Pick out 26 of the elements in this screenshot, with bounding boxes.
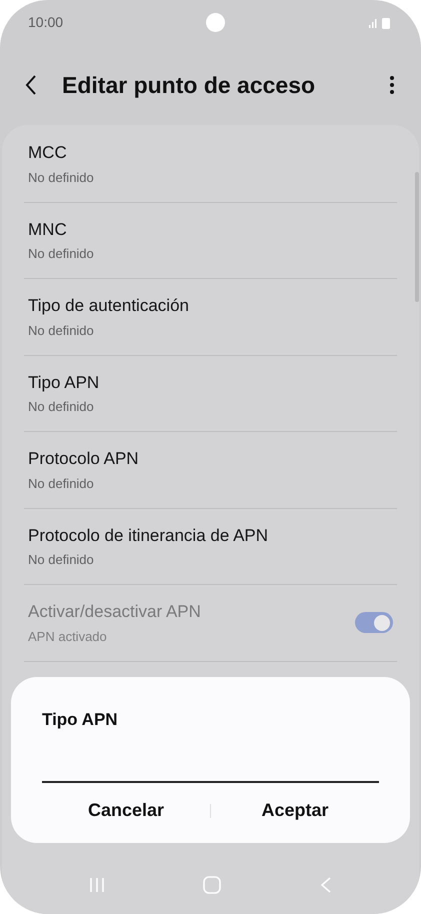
setting-value: No definido [28,245,94,264]
home-icon[interactable] [202,875,222,895]
setting-title: MCC [28,142,68,164]
recent-apps-icon[interactable] [88,876,106,894]
dialog-title: Tipo APN [42,709,118,731]
setting-value: No definido [28,322,95,340]
setting-value: APN activado [28,628,108,646]
back-nav-icon[interactable] [318,876,333,894]
setting-title: Tipo APN [28,372,100,394]
setting-title: Activar/desactivar APN [28,601,201,624]
setting-value: No definido [28,474,95,493]
setting-value: No definido [28,168,94,187]
page-title: Editar punto de acceso [62,70,316,100]
more-options-icon[interactable] [389,75,395,95]
camera-hole-icon [206,13,226,32]
setting-title: MNC [28,218,68,241]
signal-battery-icon [368,16,393,28]
status-time: 10:00 [28,13,64,32]
setting-value: No definido [28,551,95,570]
back-icon[interactable] [24,74,38,96]
setting-value: No definido [28,398,95,416]
cancel-button[interactable]: Cancelar [42,790,210,830]
setting-title: Protocolo de itinerancia de APN [28,524,268,547]
setting-title: Tipo de autenticación [28,295,189,318]
accept-button[interactable]: Aceptar [211,790,379,830]
setting-title: Protocolo APN [28,448,139,470]
